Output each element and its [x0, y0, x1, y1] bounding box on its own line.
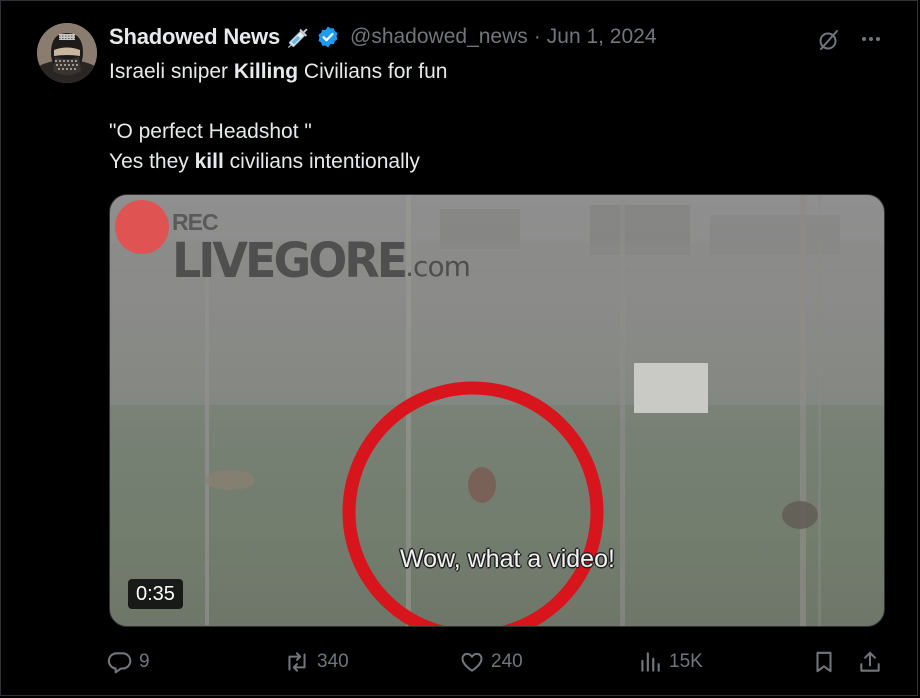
video-caption: Wow, what a video!	[400, 545, 615, 573]
tweet-text-line-3: Yes they kill civilians intentionally	[109, 147, 869, 177]
more-icon[interactable]	[857, 27, 885, 51]
rec-indicator	[115, 200, 169, 254]
separator-dot: ·	[533, 25, 541, 48]
repost-button[interactable]: 340	[283, 646, 349, 678]
watermark-suffix: .com	[405, 250, 471, 283]
text-segment: Yes they	[109, 150, 195, 173]
text-bold: kill	[194, 150, 224, 173]
views-button[interactable]: 15K	[637, 646, 703, 678]
text-segment: civilians intentionally	[223, 150, 420, 173]
text-segment: Israeli sniper	[109, 60, 234, 83]
video-watermark: LIVEGORE.com	[172, 231, 471, 289]
tweet-text: Israeli sniper Killing Civilians for fun…	[109, 57, 869, 177]
video-duration: 0:35	[128, 579, 183, 609]
tweet-card[interactable]: Shadowed News @shadowed_news · Jun 1, 20…	[0, 0, 918, 696]
author-name[interactable]: Shadowed News	[109, 24, 280, 50]
share-button[interactable]	[857, 646, 883, 678]
like-icon	[459, 649, 485, 675]
tweet-actions: 9 340 240 15K	[107, 646, 887, 678]
repost-count: 340	[317, 651, 349, 672]
author-handle[interactable]: @shadowed_news	[350, 25, 528, 49]
views-icon	[637, 649, 663, 675]
bookmark-icon	[811, 649, 837, 675]
reply-icon	[107, 649, 133, 675]
like-button[interactable]: 240	[459, 646, 523, 678]
tweet-header: Shadowed News @shadowed_news · Jun 1, 20…	[109, 23, 657, 51]
repost-icon	[283, 649, 311, 675]
verified-badge-icon[interactable]	[316, 25, 340, 49]
tweet-text-line-1: Israeli sniper Killing Civilians for fun	[109, 57, 869, 87]
syringe-icon	[286, 24, 312, 50]
video-player[interactable]: REC LIVEGORE.com Wow, what a video! 0:35	[109, 194, 885, 627]
share-icon	[857, 649, 883, 675]
reply-button[interactable]: 9	[107, 646, 150, 678]
text-bold: Killing	[233, 60, 299, 83]
tweet-date[interactable]: Jun 1, 2024	[547, 25, 657, 49]
reply-count: 9	[139, 651, 150, 672]
text-segment: Civilians for fun	[298, 60, 448, 83]
bookmark-button[interactable]	[811, 646, 837, 678]
watermark-main: LIVEGORE	[172, 231, 408, 289]
views-count: 15K	[669, 651, 703, 672]
like-count: 240	[491, 651, 523, 672]
avatar[interactable]	[37, 23, 97, 83]
grok-icon[interactable]	[815, 26, 843, 54]
avatar-image	[37, 23, 97, 83]
tweet-text-line-2: "O perfect Headshot "	[109, 120, 312, 143]
